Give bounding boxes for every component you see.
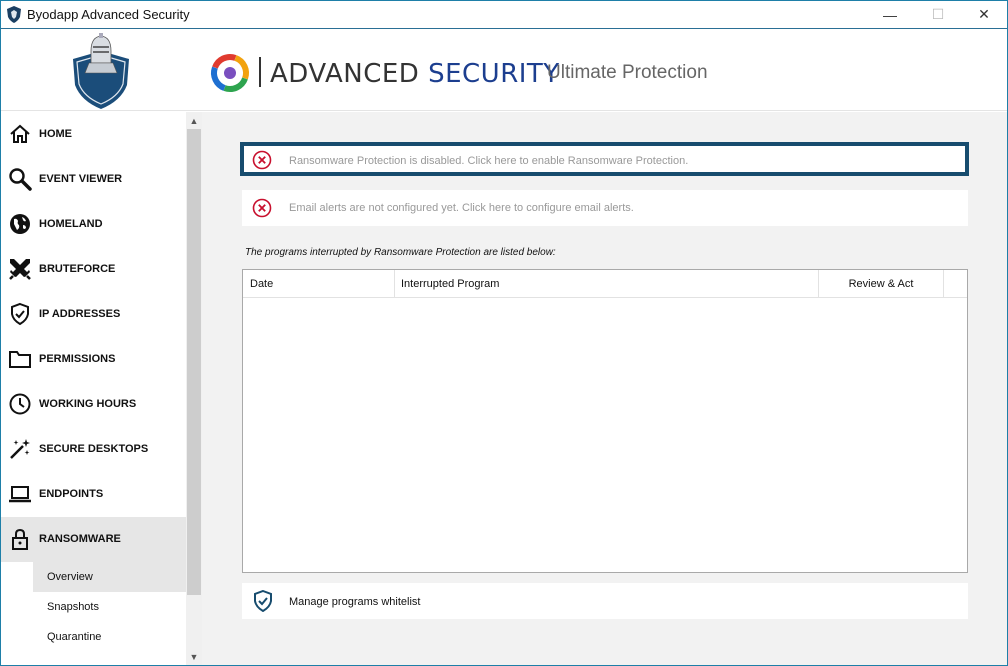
column-header-interrupted-program[interactable]: Interrupted Program	[395, 270, 819, 297]
knight-shield-logo	[73, 33, 129, 109]
sidebar-item-event-viewer[interactable]: EVENT VIEWER	[1, 157, 186, 202]
sidebar-item-label: HOME	[39, 128, 72, 140]
window-title: Byodapp Advanced Security	[27, 7, 190, 22]
sidebar-subitem-snapshots[interactable]: Snapshots	[33, 592, 186, 622]
whitelist-label: Manage programs whitelist	[289, 596, 421, 608]
sidebar-item-label: EVENT VIEWER	[39, 173, 123, 185]
interrupted-list-caption: The programs interrupted by Ransomware P…	[245, 247, 556, 258]
app-window: Byodapp Advanced Security — ☐ ✕ ADVANCED…	[0, 0, 1008, 666]
sidebar-item-label: IP ADDRESSES	[39, 308, 121, 320]
email-alerts-alert[interactable]: Email alerts are not configured yet. Cli…	[242, 190, 968, 226]
brand-swirl-logo	[211, 54, 249, 92]
alert-text: Ransomware Protection is disabled. Click…	[289, 155, 689, 167]
globe-icon	[10, 214, 30, 234]
sidebar-item-secure-desktops[interactable]: SECURE DESKTOPS	[1, 427, 186, 472]
folder-icon	[9, 351, 31, 368]
lock-icon	[12, 528, 28, 550]
magic-wand-icon	[10, 439, 30, 459]
error-x-icon	[252, 198, 272, 218]
sidebar-item-label: ENDPOINTS	[39, 488, 104, 500]
sidebar-subitem-label: Snapshots	[47, 601, 99, 613]
sidebar-item-label: WORKING HOURS	[39, 398, 137, 410]
close-button[interactable]: ✕	[961, 1, 1007, 28]
home-icon	[10, 124, 30, 143]
sidebar-subitem-label: Quarantine	[47, 631, 102, 643]
sidebar-subitem-quarantine[interactable]: Quarantine	[33, 622, 186, 652]
brand-title: ADVANCED SECURITY	[270, 59, 560, 89]
brand-title-advanced: ADVANCED	[270, 59, 429, 89]
sidebar-item-label: PERMISSIONS	[39, 353, 116, 365]
sidebar-item-bruteforce[interactable]: BRUTEFORCE	[1, 247, 186, 292]
sidebar-subitem-overview[interactable]: Overview	[33, 562, 186, 592]
scroll-down-arrow-icon[interactable]: ▼	[186, 648, 202, 665]
scroll-up-arrow-icon[interactable]: ▲	[186, 112, 202, 129]
sidebar-scrollbar[interactable]: ▲ ▼	[186, 112, 202, 665]
crossed-swords-icon	[9, 259, 31, 280]
title-bar: Byodapp Advanced Security — ☐ ✕	[1, 1, 1007, 29]
interrupted-programs-table[interactable]: Date Interrupted Program Review & Act	[242, 269, 968, 573]
sidebar-item-homeland[interactable]: HOMELAND	[1, 202, 186, 247]
sidebar-item-ip-addresses[interactable]: IP ADDRESSES	[1, 292, 186, 337]
sidebar-item-endpoints[interactable]: ENDPOINTS	[1, 472, 186, 517]
column-header-review-act[interactable]: Review & Act	[819, 270, 944, 297]
brand-title-security: SECURITY	[428, 59, 560, 89]
brand-subtitle: Ultimate Protection	[547, 62, 708, 83]
app-shield-icon	[7, 6, 21, 23]
sidebar-item-label: RANSOMWARE	[39, 533, 121, 545]
sidebar-item-home[interactable]: HOME	[1, 112, 186, 157]
app-header: ADVANCED SECURITY Ultimate Protection	[1, 29, 1007, 111]
sidebar-item-permissions[interactable]: PERMISSIONS	[1, 337, 186, 382]
sidebar-item-label: HOMELAND	[39, 218, 103, 230]
sidebar-item-label: SECURE DESKTOPS	[39, 443, 149, 455]
maximize-button[interactable]: ☐	[915, 1, 961, 28]
sidebar-subitem-label: Overview	[47, 571, 93, 583]
manage-whitelist-button[interactable]: Manage programs whitelist	[242, 583, 968, 619]
laptop-icon	[9, 486, 31, 503]
scroll-thumb[interactable]	[187, 129, 201, 595]
brand-separator	[259, 57, 261, 87]
alert-text: Email alerts are not configured yet. Cli…	[289, 202, 634, 214]
clock-icon	[9, 393, 31, 415]
minimize-button[interactable]: —	[867, 1, 913, 28]
column-header-date[interactable]: Date	[243, 270, 395, 297]
sidebar-item-working-hours[interactable]: WORKING HOURS	[1, 382, 186, 427]
main-content: Ransomware Protection is disabled. Click…	[202, 112, 1007, 665]
shield-check-icon	[254, 590, 272, 612]
sidebar-item-label: BRUTEFORCE	[39, 263, 116, 275]
sidebar-item-ransomware[interactable]: RANSOMWARE	[1, 517, 186, 562]
magnifier-icon	[9, 168, 32, 191]
ransomware-disabled-alert[interactable]: Ransomware Protection is disabled. Click…	[240, 142, 969, 176]
shield-check-icon	[11, 302, 29, 326]
table-header: Date Interrupted Program Review & Act	[243, 270, 967, 298]
error-x-icon	[252, 150, 272, 170]
sidebar: HOME EVENT VIEWER HOMELAND BRUTEFORCE IP…	[1, 112, 186, 665]
